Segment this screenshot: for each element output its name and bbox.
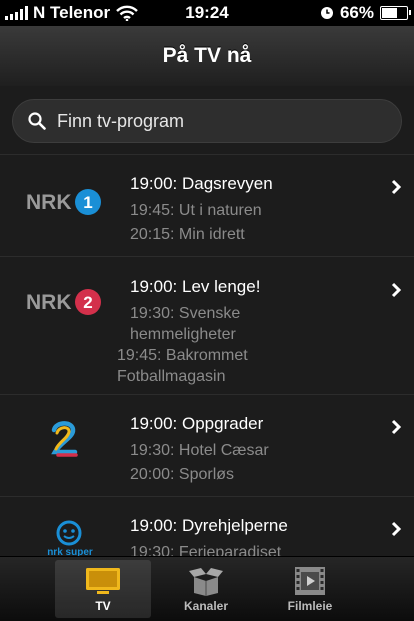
tab-filmleie[interactable]: Filmleie — [262, 560, 358, 618]
now-program: 19:00: Lev lenge! — [130, 277, 261, 296]
next-program: 19:45: Ut i naturen — [130, 202, 262, 219]
channel-row-tv2[interactable]: 19:00: Oppgrader 19:30: Hotel Cæsar 20:0… — [0, 394, 414, 497]
svg-text:1: 1 — [83, 193, 92, 212]
tab-tv[interactable]: TV — [55, 560, 151, 618]
film-icon — [295, 567, 325, 595]
wifi-icon — [116, 5, 138, 21]
next-program: 19:30: Svenske hemmeligheter — [130, 305, 241, 343]
nrk-super-logo: nrk super — [40, 519, 100, 556]
svg-text:NRK: NRK — [26, 291, 72, 314]
next-program: 19:45: Bakrommet Fotballmagasin — [117, 347, 248, 385]
now-program: 19:00: Oppgrader — [130, 414, 264, 433]
tv2-logo — [48, 419, 82, 464]
search-field[interactable] — [12, 99, 402, 143]
box-icon — [189, 568, 223, 596]
next-program: 20:15: Min idrett — [130, 226, 245, 243]
battery-percent: 66% — [339, 3, 374, 22]
now-program: 19:00: Dagsrevyen — [130, 174, 273, 193]
tab-kanaler[interactable]: Kanaler — [158, 560, 254, 618]
svg-text:2: 2 — [83, 293, 92, 312]
channel-list: NRK 1 19:00: Dagsrevyen 19:45: Ut i natu… — [0, 154, 414, 556]
next-program: 20:00: Sporløs — [130, 466, 235, 483]
tab-label: Kanaler — [183, 599, 229, 613]
svg-text:NRK: NRK — [26, 191, 72, 214]
tab-label: TV — [95, 599, 111, 613]
status-bar: N Telenor 19:24 66% — [0, 0, 414, 26]
page-title: På TV nå — [162, 44, 252, 67]
nrk1-logo: NRK 1 — [26, 187, 106, 222]
signal-icon — [5, 6, 28, 20]
next-program: 19:30: Ferieparadiset — [130, 544, 282, 556]
carrier-name: N Telenor — [33, 3, 111, 22]
search-bar — [0, 86, 414, 154]
channel-row-nrk-super[interactable]: nrk super 19:00: Dyrehjelperne 19:30: Fe… — [0, 496, 414, 556]
search-icon — [28, 112, 46, 130]
next-program: 19:30: Hotel Cæsar — [130, 442, 269, 459]
tab-bar: TV Kanaler Filmleie — [0, 556, 414, 621]
channel-row-nrk1[interactable]: NRK 1 19:00: Dagsrevyen 19:45: Ut i natu… — [0, 154, 414, 257]
nrk2-logo: NRK 2 — [26, 287, 106, 322]
channel-row-nrk2[interactable]: NRK 2 19:00: Lev lenge! 19:30: Svenske h… — [0, 256, 414, 395]
search-input[interactable] — [55, 109, 379, 133]
chevron-right-icon — [391, 419, 402, 435]
chevron-right-icon — [391, 521, 402, 537]
chevron-right-icon — [391, 282, 402, 298]
now-program: 19:00: Dyrehjelperne — [130, 516, 288, 535]
navigation-bar: På TV nå — [0, 26, 414, 87]
tv-icon — [86, 568, 120, 594]
alarm-clock-icon — [320, 7, 333, 19]
svg-text:nrk super: nrk super — [47, 547, 93, 556]
battery-icon — [380, 6, 411, 20]
chevron-right-icon — [391, 179, 402, 195]
tab-label: Filmleie — [287, 599, 333, 613]
